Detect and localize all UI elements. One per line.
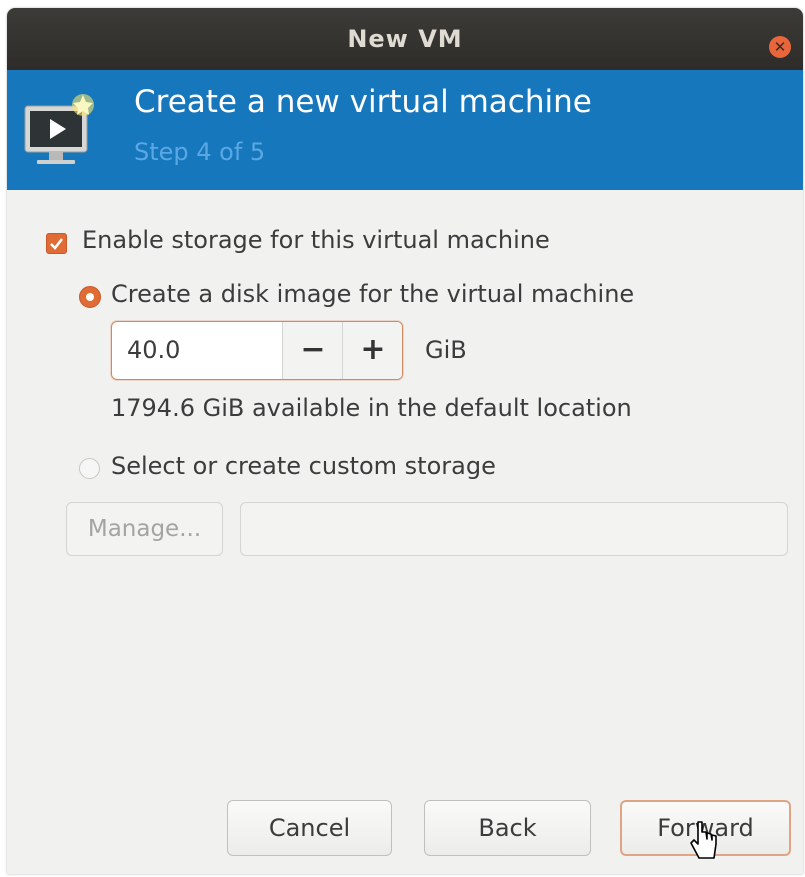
create-disk-radio[interactable] — [79, 286, 101, 308]
new-vm-dialog: New VM ✕ Create a new virtual machine St… — [7, 8, 803, 874]
wizard-step: Step 4 of 5 — [134, 138, 266, 166]
size-unit-label: GiB — [425, 336, 467, 364]
custom-storage-radio[interactable] — [79, 458, 100, 479]
disk-size-spinbutton[interactable]: 40.0 − + — [111, 321, 403, 380]
vm-monitor-icon — [24, 94, 94, 164]
create-disk-label[interactable]: Create a disk image for the virtual mach… — [111, 280, 634, 308]
close-icon[interactable]: ✕ — [769, 36, 791, 58]
custom-storage-label[interactable]: Select or create custom storage — [111, 452, 496, 480]
wizard-header: Create a new virtual machine Step 4 of 5 — [7, 70, 803, 190]
disk-size-input[interactable]: 40.0 — [127, 322, 180, 379]
checkmark-icon — [50, 238, 63, 250]
decrement-button[interactable]: − — [282, 322, 343, 379]
wizard-title: Create a new virtual machine — [134, 84, 592, 120]
enable-storage-checkbox[interactable] — [46, 233, 67, 254]
custom-storage-path-input[interactable] — [240, 502, 788, 556]
cancel-button[interactable]: Cancel — [227, 800, 392, 856]
titlebar[interactable]: New VM ✕ — [7, 8, 803, 70]
window-title: New VM — [347, 25, 463, 53]
manage-button[interactable]: Manage... — [66, 502, 223, 556]
available-space-text: 1794.6 GiB available in the default loca… — [111, 394, 632, 422]
back-button[interactable]: Back — [424, 800, 591, 856]
enable-storage-label[interactable]: Enable storage for this virtual machine — [82, 226, 550, 254]
increment-button[interactable]: + — [342, 322, 402, 379]
mouse-cursor-icon — [690, 821, 717, 859]
